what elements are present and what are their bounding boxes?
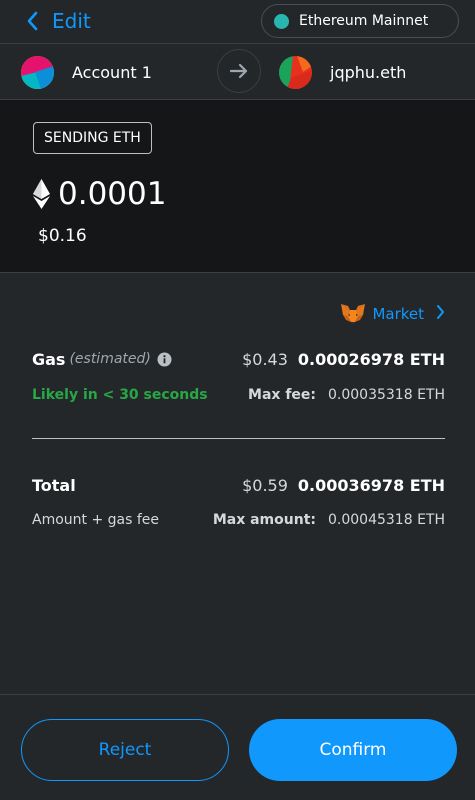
total-row: Total $0.59 0.00036978 ETH <box>32 473 445 497</box>
chevron-left-icon <box>27 11 38 31</box>
confirm-button[interactable]: Confirm <box>249 719 457 781</box>
top-bar: Edit Ethereum Mainnet <box>0 0 475 44</box>
network-label: Ethereum Mainnet <box>299 13 429 29</box>
fox-icon <box>341 304 366 324</box>
ethereum-icon <box>33 179 50 209</box>
network-status-dot <box>274 13 289 29</box>
back-label: Edit <box>52 9 91 33</box>
sender-account-label: Account 1 <box>72 63 152 82</box>
max-amount-label: Max amount: <box>212 512 316 528</box>
max-amount-value: 0.00045318 ETH <box>328 512 445 528</box>
total-eth: 0.00036978 ETH <box>297 475 445 495</box>
max-fee-value: 0.00035318 ETH <box>328 387 445 403</box>
arrow-separator <box>217 49 261 93</box>
amount-plus-gas-label: Amount + gas fee <box>32 512 160 528</box>
total-fiat: $0.59 <box>242 475 288 495</box>
recipient-account-label: jqphu.eth <box>330 63 407 82</box>
footer: Reject Confirm <box>0 694 475 800</box>
arrow-right-icon <box>229 63 248 79</box>
gas-timing-row: Likely in < 30 seconds Max fee: 0.000353… <box>32 383 445 407</box>
transaction-type-badge: SENDING ETH <box>33 122 152 154</box>
send-amount: 0.0001 <box>58 176 167 212</box>
divider <box>32 438 445 439</box>
recipient-account[interactable]: jqphu.eth <box>279 56 406 89</box>
gas-estimated-note: (estimated) <box>69 351 151 367</box>
network-selector[interactable]: Ethereum Mainnet <box>261 4 459 38</box>
max-fee-label: Max fee: <box>248 387 316 403</box>
chevron-right-icon <box>436 305 445 323</box>
market-label: Market <box>372 305 424 323</box>
sender-account[interactable]: Account 1 <box>21 56 152 89</box>
recipient-avatar <box>279 56 312 89</box>
amount-row: 0.0001 <box>33 174 166 214</box>
sender-recipient-row: Account 1 jqphu.eth <box>0 44 475 100</box>
gas-fiat: $0.43 <box>242 349 288 369</box>
send-amount-fiat: $0.16 <box>38 226 87 246</box>
gas-label: Gas <box>32 349 66 369</box>
account-avatar <box>21 56 54 89</box>
info-icon[interactable] <box>157 352 172 367</box>
gas-market-selector[interactable]: Market <box>340 303 445 325</box>
total-label: Total <box>32 475 76 495</box>
gas-row: Gas (estimated) $0.43 0.00026978 ETH <box>32 347 445 371</box>
max-amount-row: Amount + gas fee Max amount: 0.00045318 … <box>32 508 445 532</box>
transaction-summary: SENDING ETH 0.0001 $0.16 <box>0 100 475 273</box>
gas-timing-estimate: Likely in < 30 seconds <box>32 387 208 403</box>
reject-button[interactable]: Reject <box>21 719 229 781</box>
back-button[interactable]: Edit <box>26 8 91 34</box>
gas-eth: 0.00026978 ETH <box>297 349 445 369</box>
